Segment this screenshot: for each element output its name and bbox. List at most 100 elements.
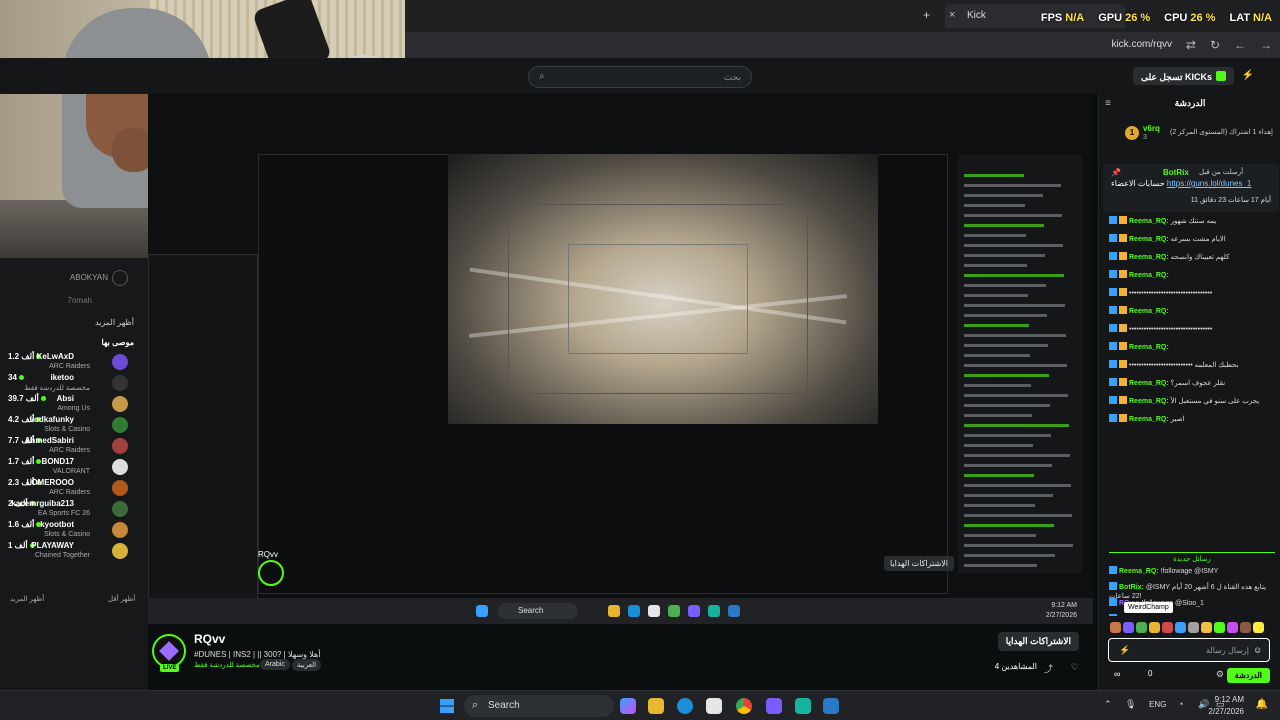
sidebar-channel[interactable]: 7.7 ألف AhmedSabiri ARC Raiders xyxy=(0,436,148,457)
sidebar-channel[interactable]: 2 ألف kacemrguiba213 EA Sports FC 26 xyxy=(0,499,148,520)
gift-subs-button[interactable]: الاشتراكات الهدايا xyxy=(997,632,1079,651)
gear-icon[interactable]: ⚙ xyxy=(1216,669,1224,680)
sidebar-channel[interactable]: 39.7 ألف Absi Among Us xyxy=(0,394,148,415)
emote-icon[interactable] xyxy=(1162,622,1173,633)
search-input[interactable]: ⌕ بحث xyxy=(528,66,752,88)
stream-category[interactable]: مخصصة للدردشة فقط xyxy=(194,661,260,669)
sidebar-user-7omah[interactable]: 7omah xyxy=(68,296,92,305)
sidebar-collapse-button[interactable] xyxy=(112,270,128,286)
url-field[interactable]: kick.com/rqvv xyxy=(1111,39,1172,50)
chat-username[interactable]: Reema_RQ: xyxy=(1129,236,1169,243)
follow-icon[interactable]: ♡ xyxy=(1071,662,1079,673)
windows-start-icon[interactable] xyxy=(440,699,454,713)
emote-icon[interactable] xyxy=(1227,622,1238,633)
emote-icon[interactable] xyxy=(1149,622,1160,633)
notification-icon[interactable]: 🔔 xyxy=(1256,699,1268,710)
channel-avatar[interactable] xyxy=(152,634,186,668)
show-more-top[interactable]: أظهر المزيد xyxy=(95,318,134,327)
show-less-bottom[interactable]: أظهر أقل xyxy=(108,595,135,603)
forward-icon[interactable]: → xyxy=(1260,38,1272,52)
sidebar-channel[interactable]: 34 iketoo مخصصة للدردشة فقط xyxy=(0,373,148,394)
emote-icon[interactable] xyxy=(1201,622,1212,633)
chat-message[interactable]: Reema_RQ: !followage @Nona_40 xyxy=(1109,614,1275,616)
stream-video[interactable]: RQvv الاشتراكات الهدايا Search 9:12 AM 2/… xyxy=(148,94,1093,624)
app-icon[interactable] xyxy=(795,698,811,714)
bolt-icon[interactable]: ⚡ xyxy=(1119,645,1130,656)
chat-message[interactable]: •••••••••••••••••••••••••• بحطبك المعلمه xyxy=(1109,360,1275,370)
share-icon[interactable]: ⤴ xyxy=(1044,662,1053,675)
network-icon[interactable]: ◔ xyxy=(1178,699,1183,709)
sidebar-channel[interactable]: 2.3 ألف LOMEROOO ARC Raiders xyxy=(0,478,148,499)
pinned-link[interactable]: https://guns.lol/dunes_1 xyxy=(1167,179,1252,188)
taskbar-search[interactable]: ⌕ Search xyxy=(464,695,614,717)
sidebar-channel[interactable]: 1 ألف PLAYAWAY Chained Together xyxy=(0,541,148,562)
chat-message[interactable]: Reema_RQ: كلهم تعبيناك وانسحه xyxy=(1109,252,1275,262)
sidebar-channel[interactable]: 1.2 ألف KeLwAxD ARC Raiders xyxy=(0,352,148,373)
emoji-icon[interactable]: ☺ xyxy=(1253,645,1262,655)
chat-message[interactable]: Reema_RQ: اصبر xyxy=(1109,414,1275,424)
sidebar-channel[interactable]: 1.6 ألف kyootbot Slots & Casino xyxy=(0,520,148,541)
chat-username[interactable]: Reema_RQ: xyxy=(1129,308,1169,315)
gifter-name[interactable]: v6rq xyxy=(1143,124,1160,133)
chat-message[interactable]: Reema_RQ: xyxy=(1109,342,1275,352)
infinity-icon[interactable]: ∞ xyxy=(1114,669,1120,679)
language-indicator[interactable]: ENG xyxy=(1149,700,1166,709)
chat-username[interactable]: Reema_RQ: xyxy=(1129,398,1169,405)
chat-username[interactable]: Reema_RQ: xyxy=(1119,568,1159,575)
discord-icon[interactable] xyxy=(766,698,782,714)
emote-icon[interactable] xyxy=(1136,622,1147,633)
tray-chevron-icon[interactable]: ⌃ xyxy=(1104,699,1112,710)
emote-bar xyxy=(1110,620,1276,636)
edge-icon[interactable] xyxy=(677,698,693,714)
microphone-icon[interactable]: 🎙 xyxy=(1125,699,1136,710)
emote-icon[interactable] xyxy=(1188,622,1199,633)
chat-message[interactable]: •••••••••••••••••••••••••••••••••• xyxy=(1109,288,1275,298)
chat-message[interactable]: Reema_RQ: يمه سنتك شهور xyxy=(1109,216,1275,226)
back-icon[interactable]: ← xyxy=(1234,38,1246,52)
refresh-icon[interactable]: ↻ xyxy=(1210,38,1220,52)
emote-icon[interactable] xyxy=(1214,622,1225,633)
emote-icon[interactable] xyxy=(1240,622,1251,633)
emote-icon[interactable] xyxy=(1175,622,1186,633)
kicks-button[interactable]: تسجل على KICKs xyxy=(1132,67,1234,85)
chat-input[interactable]: ⚡ إرسال رسالة ☺ xyxy=(1108,638,1270,662)
chat-message[interactable]: Reema_RQ: !followage @ISMY xyxy=(1109,566,1275,576)
taskbar-clock[interactable]: 9:12 AM 2/27/2026 xyxy=(1208,694,1244,718)
copilot-icon[interactable] xyxy=(620,698,636,714)
chat-username[interactable]: Reema_RQ: xyxy=(1129,380,1169,387)
translate-icon[interactable]: ⇄ xyxy=(1186,38,1196,52)
new-messages-divider[interactable]: رسائل جديدة xyxy=(1109,552,1275,563)
sidebar-channel[interactable]: 1.7 ألف BOND17 VALORANT xyxy=(0,457,148,478)
chat-send-button[interactable]: الدردشة xyxy=(1226,668,1270,683)
show-more-bottom[interactable]: أظهر المزيد xyxy=(10,595,44,603)
tag-arabic-ar[interactable]: العربية xyxy=(292,659,322,671)
close-tab-icon[interactable]: × xyxy=(949,9,955,21)
chat-username[interactable]: Reema_RQ: xyxy=(1129,344,1169,351)
chat-username[interactable]: Reema_RQ: xyxy=(1129,254,1169,261)
store-icon[interactable] xyxy=(706,698,722,714)
chat-message[interactable]: Reema_RQ: نقلر عجوف اسمر؟ xyxy=(1109,378,1275,388)
bolt-icon[interactable]: ⚡ xyxy=(1242,70,1254,81)
emote-icon[interactable] xyxy=(1123,622,1134,633)
chat-message[interactable]: Reema_RQ: xyxy=(1109,270,1275,280)
chrome-icon[interactable] xyxy=(736,698,752,714)
chat-username[interactable]: Reema_RQ: xyxy=(1129,416,1169,423)
chat-message[interactable]: •••••••••••••••••••••••••••••••••• xyxy=(1109,324,1275,334)
chat-username[interactable]: Reema_RQ: xyxy=(1129,272,1169,279)
chat-message[interactable]: Reema_RQ: xyxy=(1109,306,1275,316)
sidebar-user-abokyan[interactable]: ABOKYAN xyxy=(70,273,108,282)
chat-message[interactable]: Reema_RQ: الايام مشت بسرعه xyxy=(1109,234,1275,244)
channel-name[interactable]: RQvv xyxy=(194,632,225,646)
sidebar-channel[interactable]: 4.2 ألف vodkafunky Slots & Casino xyxy=(0,415,148,436)
emote-icon[interactable] xyxy=(1110,622,1121,633)
chat-message[interactable]: Reema_RQ: يجرب على سنو في مستعبل الأ xyxy=(1109,396,1275,406)
emote-icon[interactable] xyxy=(1253,622,1264,633)
folder-icon[interactable] xyxy=(648,698,664,714)
pin-icon[interactable]: 📌 xyxy=(1111,168,1121,177)
badge-icon xyxy=(1109,582,1117,590)
steam-icon[interactable] xyxy=(823,698,839,714)
tag-arabic[interactable]: Arabic xyxy=(260,659,290,670)
chat-username[interactable]: BotRix: xyxy=(1119,584,1144,591)
new-tab-button[interactable]: + xyxy=(923,8,930,22)
chat-username[interactable]: Reema_RQ: xyxy=(1129,218,1169,225)
